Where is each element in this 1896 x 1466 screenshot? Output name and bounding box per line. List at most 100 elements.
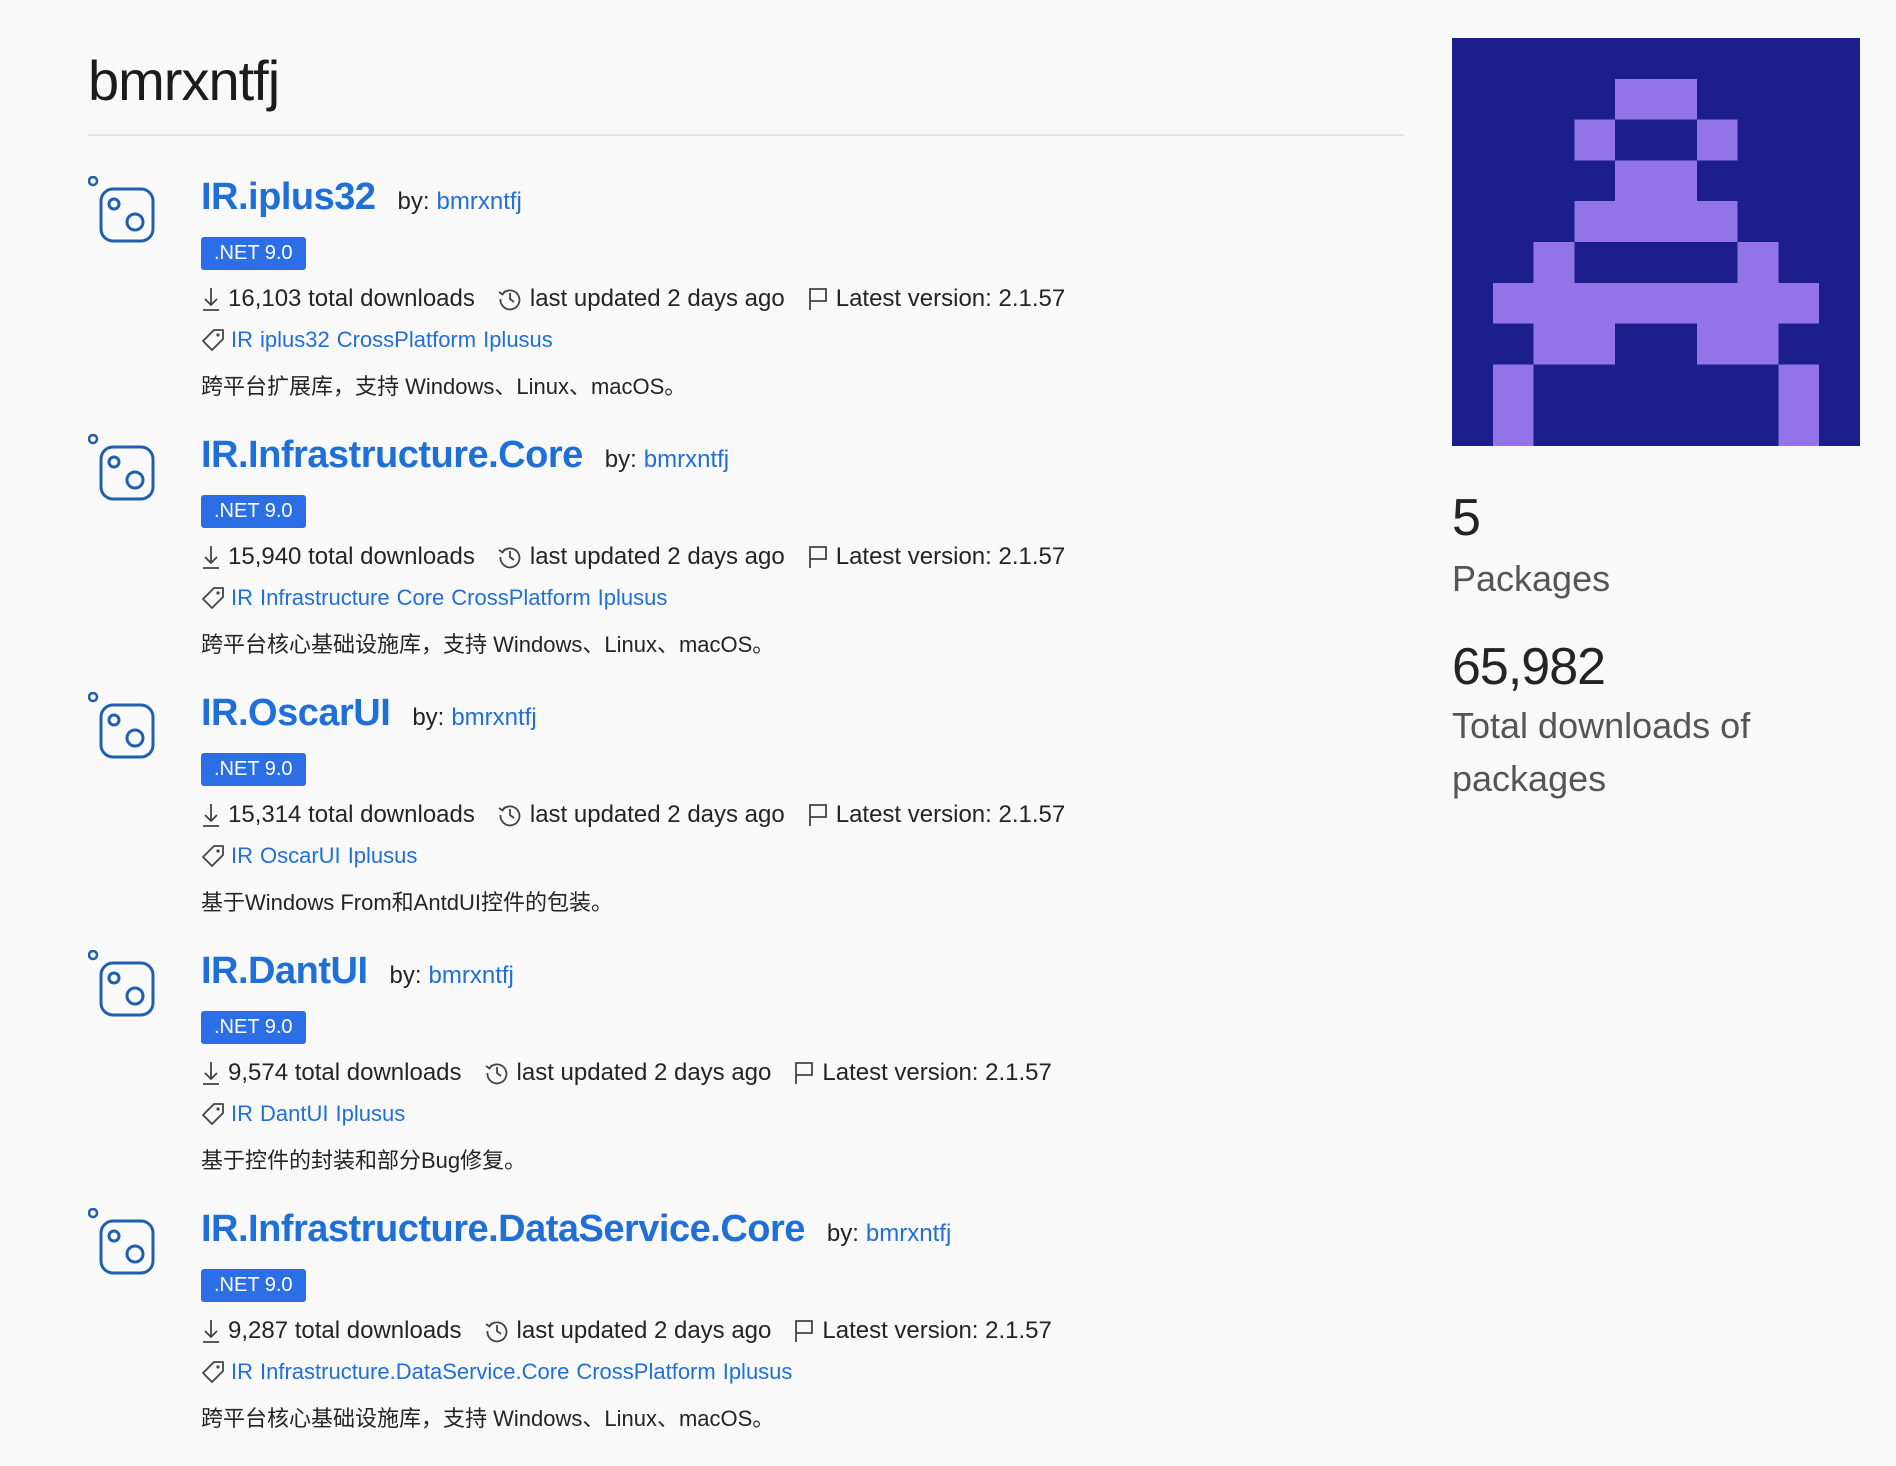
- latest-version-stat: Latest version: 2.1.57: [807, 285, 1065, 313]
- package-count-label: Packages: [1452, 558, 1611, 599]
- last-updated-text: last updated 2 days ago: [529, 801, 785, 828]
- package-author: by: bmrxntfj: [827, 1220, 951, 1248]
- package-item: IR.DantUI by: bmrxntfj .NET 9.0 9,574 tot…: [88, 950, 1404, 1208]
- tag-icon: [202, 1103, 224, 1125]
- package-item: IR.Infrastructure.DataService.Core by: bm…: [88, 1208, 1404, 1466]
- framework-badge[interactable]: .NET 9.0: [201, 1011, 306, 1044]
- by-label: by:: [826, 1220, 859, 1247]
- tag-link[interactable]: CrossPlatform: [337, 327, 476, 352]
- tag-list: IR iplus32 CrossPlatform Iplusus: [231, 327, 560, 353]
- latest-version-stat: Latest version: 2.1.57: [807, 543, 1065, 571]
- package-title-line: IR.DantUI by: bmrxntfj: [201, 950, 1404, 1002]
- history-icon: [498, 805, 521, 827]
- tag-link[interactable]: Infrastructure: [260, 585, 390, 610]
- package-meta: 9,574 total downloads last updated 2 day…: [201, 1058, 1404, 1088]
- tag-list: IR Infrastructure.DataService.Core CrossPl…: [231, 1359, 799, 1385]
- package-item: IR.Infrastructure.Core by: bmrxntfj .NET …: [88, 434, 1404, 692]
- package-meta: 15,940 total downloads last updated 2 da…: [201, 542, 1404, 572]
- tag-icon: [202, 1361, 224, 1383]
- package-meta: 15,314 total downloads last updated 2 da…: [201, 800, 1404, 830]
- owner-link[interactable]: bmrxntfj: [437, 188, 522, 215]
- tag-link[interactable]: Iplusus: [335, 1101, 405, 1126]
- tag-link[interactable]: Iplusus: [598, 585, 668, 610]
- package-icon[interactable]: [88, 176, 166, 254]
- download-icon: [203, 546, 219, 569]
- total-downloads-label: Total downloads of packages: [1452, 699, 1860, 805]
- tag-link[interactable]: Iplusus: [723, 1359, 793, 1384]
- package-name-link[interactable]: IR.OscarUI: [201, 692, 391, 735]
- owner-link[interactable]: bmrxntfj: [429, 962, 514, 989]
- owner-link[interactable]: bmrxntfj: [866, 1220, 951, 1247]
- tag-link[interactable]: CrossPlatform: [576, 1359, 715, 1384]
- owner-link[interactable]: bmrxntfj: [451, 704, 536, 731]
- package-description: 基于Windows From和AntdUI控件的包装。: [201, 890, 613, 915]
- package-tags: IR OscarUI Iplusus: [201, 841, 1404, 871]
- package-name-link[interactable]: IR.DantUI: [201, 950, 368, 993]
- last-updated-text: last updated 2 days ago: [529, 285, 785, 312]
- tag-link[interactable]: Iplusus: [483, 327, 553, 352]
- package-description: 跨平台扩展库，支持 Windows、Linux、macOS。: [201, 374, 687, 399]
- downloads-stat: 15,940 total downloads: [201, 543, 475, 571]
- package-title-line: IR.iplus32 by: bmrxntfj: [201, 176, 1404, 228]
- package-body: IR.Infrastructure.DataService.Core by: bm…: [201, 1208, 1404, 1431]
- downloads-text: 15,940 total downloads: [228, 543, 475, 570]
- package-body: IR.iplus32 by: bmrxntfj .NET 9.0 16,103 t…: [201, 176, 1404, 399]
- package-body: IR.DantUI by: bmrxntfj .NET 9.0 9,574 tot…: [201, 950, 1404, 1173]
- downloads-stat: 15,314 total downloads: [201, 801, 475, 829]
- by-label: by:: [389, 962, 422, 989]
- framework-badge[interactable]: .NET 9.0: [201, 1269, 306, 1302]
- tag-link[interactable]: IR: [231, 585, 253, 610]
- package-icon[interactable]: [88, 692, 166, 770]
- tag-link[interactable]: IR: [231, 1101, 253, 1126]
- package-meta: 16,103 total downloads last updated 2 da…: [201, 284, 1404, 314]
- download-icon: [203, 1062, 219, 1085]
- package-name-link[interactable]: IR.Infrastructure.Core: [201, 434, 583, 477]
- profile-title: bmrxntfj: [88, 49, 280, 112]
- package-name-link[interactable]: IR.iplus32: [201, 176, 376, 219]
- tag-link[interactable]: Infrastructure.DataService.Core: [260, 1359, 569, 1384]
- total-downloads-label-line-2: packages: [1452, 758, 1607, 799]
- flag-icon: [795, 1320, 814, 1342]
- framework-badge[interactable]: .NET 9.0: [201, 237, 306, 270]
- package-icon[interactable]: [88, 1208, 166, 1286]
- tag-link[interactable]: Core: [397, 585, 445, 610]
- download-icon: [203, 804, 219, 827]
- tag-link[interactable]: CrossPlatform: [451, 585, 590, 610]
- package-description: 基于控件的封装和部分Bug修复。: [201, 1148, 527, 1173]
- package-name-link[interactable]: IR.Infrastructure.DataService.Core: [201, 1208, 805, 1251]
- profile-sidebar: 5 Packages 65,982 Total downloads of pac…: [1452, 38, 1860, 805]
- package-tags: IR Infrastructure.DataService.Core CrossPl…: [201, 1357, 1404, 1387]
- tag-list: IR Infrastructure Core CrossPlatform Iplusus: [231, 585, 674, 611]
- package-count: 5: [1452, 489, 1481, 547]
- downloads-stat: 9,574 total downloads: [201, 1059, 462, 1087]
- history-icon: [484, 1063, 507, 1085]
- by-label: by:: [397, 188, 430, 215]
- by-label: by:: [412, 704, 445, 731]
- tag-link[interactable]: OscarUI: [260, 843, 341, 868]
- last-updated-text: last updated 2 days ago: [516, 1317, 772, 1344]
- tag-link[interactable]: IR: [231, 327, 253, 352]
- tag-icon: [202, 329, 224, 351]
- tag-link[interactable]: DantUI: [260, 1101, 328, 1126]
- framework-badge[interactable]: .NET 9.0: [201, 753, 306, 786]
- framework-badge[interactable]: .NET 9.0: [201, 495, 306, 528]
- package-author: by: bmrxntfj: [390, 962, 514, 990]
- tag-link[interactable]: iplus32: [260, 327, 330, 352]
- package-tags: IR iplus32 CrossPlatform Iplusus: [201, 325, 1404, 355]
- latest-version-text: Latest version: 2.1.57: [835, 543, 1066, 570]
- latest-version-stat: Latest version: 2.1.57: [793, 1317, 1052, 1345]
- package-description: 跨平台核心基础设施库，支持 Windows、Linux、macOS。: [201, 1406, 775, 1431]
- owner-link[interactable]: bmrxntfj: [644, 446, 729, 473]
- package-icon[interactable]: [88, 950, 166, 1028]
- last-updated-stat: last updated 2 days ago: [497, 543, 785, 571]
- package-icon[interactable]: [88, 434, 166, 512]
- tag-link[interactable]: IR: [231, 843, 253, 868]
- package-body: IR.OscarUI by: bmrxntfj .NET 9.0 15,314 t…: [201, 692, 1404, 915]
- latest-version-text: Latest version: 2.1.57: [822, 1317, 1052, 1344]
- tag-link[interactable]: IR: [231, 1359, 253, 1384]
- tag-link[interactable]: Iplusus: [348, 843, 418, 868]
- downloads-text: 15,314 total downloads: [228, 801, 475, 828]
- tag-list: IR OscarUI Iplusus: [231, 843, 424, 869]
- package-title-line: IR.Infrastructure.Core by: bmrxntfj: [201, 434, 1404, 486]
- total-downloads-count: 65,982: [1452, 638, 1606, 696]
